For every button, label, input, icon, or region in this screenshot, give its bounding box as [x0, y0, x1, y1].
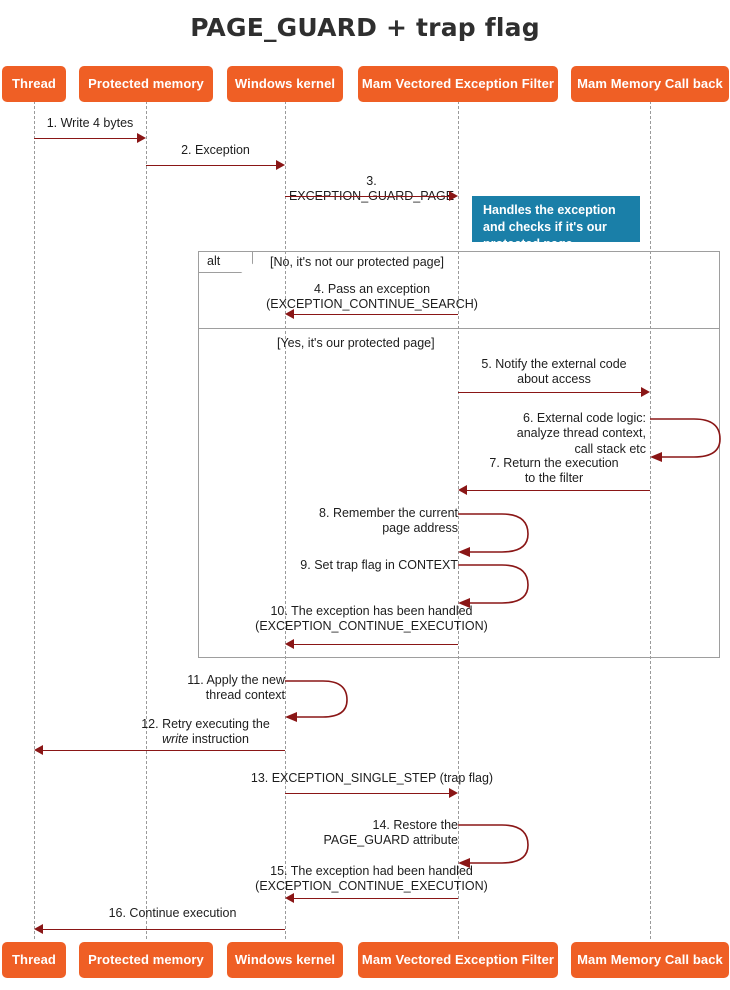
actor-label: Thread [12, 951, 56, 967]
message-selfloop-11 [285, 677, 365, 723]
note-handles-exception: Handles the exception and checks if it's… [472, 196, 640, 251]
message-arrow-16 [43, 929, 285, 930]
message-label-3: 3. EXCEPTION_GUARD_PAGE [288, 174, 455, 204]
actor-box-top-memory-call-back[interactable]: Mam Memory Call back [571, 66, 729, 102]
actor-label: Mam Vectored Exception Filter [361, 951, 555, 967]
actor-box-bottom-thread[interactable]: Thread [2, 942, 66, 978]
alt-fragment-divider [198, 328, 720, 329]
message-selfloop-14 [458, 821, 538, 868]
actor-box-top-vectored-exception-filter[interactable]: Mam Vectored Exception Filter [358, 66, 558, 102]
actor-box-top-protected-memory[interactable]: Protected memory [79, 66, 213, 102]
message-label-2: 2. Exception [181, 143, 250, 157]
message-arrowhead-4 [285, 309, 294, 319]
message-selfloop-9 [458, 561, 538, 608]
message-label-1: 1. Write 4 bytes [46, 116, 134, 130]
message-label-10: 10. The exception has been handled (EXCE… [255, 604, 488, 634]
message-label-12: 12. Retry executing the write instruction [126, 717, 285, 748]
alt-guard-1: [No, it's not our protected page] [270, 255, 445, 269]
message-label-5: 5. Notify the external code about access [481, 357, 627, 387]
message-arrow-5 [458, 392, 642, 393]
message-label-14: 14. Restore the PAGE_GUARD attribute [323, 818, 458, 848]
actor-label: Mam Memory Call back [577, 75, 723, 91]
message-arrow-7 [467, 490, 650, 491]
message-arrow-3 [285, 196, 450, 197]
message-arrow-10 [294, 644, 458, 645]
message-label-15: 15. The exception had been handled (EXCE… [255, 864, 488, 894]
actor-label: Protected memory [88, 75, 204, 91]
actor-label: Windows kernel [234, 951, 336, 967]
lifeline-thread [34, 101, 35, 939]
actor-box-bottom-protected-memory[interactable]: Protected memory [79, 942, 213, 978]
message-arrowhead-1 [137, 133, 146, 143]
alt-fragment-operator: alt [207, 254, 221, 268]
message-selfloop-6 [650, 415, 730, 462]
message-selfloop-8 [458, 510, 538, 557]
message-arrowhead-12 [34, 745, 43, 755]
message-12-italic-word: write [162, 732, 189, 747]
actor-box-bottom-windows-kernel[interactable]: Windows kernel [227, 942, 343, 978]
message-arrow-1 [34, 138, 138, 139]
message-arrowhead-16 [34, 924, 43, 934]
message-arrowhead-5 [641, 387, 650, 397]
actor-label: Protected memory [88, 951, 204, 967]
actor-box-top-thread[interactable]: Thread [2, 66, 66, 102]
message-12-line1: 12. Retry executing the [141, 717, 270, 731]
message-arrow-4 [294, 314, 458, 315]
sequence-diagram: PAGE_GUARD + trap flag alt [No, it's not… [0, 0, 730, 990]
message-arrowhead-15 [285, 893, 294, 903]
message-arrowhead-13 [449, 788, 458, 798]
message-label-4: 4. Pass an exception (EXCEPTION_CONTINUE… [266, 282, 478, 312]
actor-box-top-windows-kernel[interactable]: Windows kernel [227, 66, 343, 102]
actor-label: Mam Memory Call back [577, 951, 723, 967]
message-arrowhead-7 [458, 485, 467, 495]
message-label-8: 8. Remember the current page address [319, 506, 458, 536]
message-label-7: 7. Return the execution to the filter [489, 456, 619, 486]
message-12-line2: instruction [188, 732, 249, 747]
actor-box-bottom-vectored-exception-filter[interactable]: Mam Vectored Exception Filter [358, 942, 558, 978]
message-label-16: 16. Continue execution [108, 906, 237, 920]
actor-label: Mam Vectored Exception Filter [361, 75, 555, 91]
actor-label: Windows kernel [234, 75, 336, 91]
message-label-6: 6. External code logic: analyze thread c… [516, 411, 646, 456]
message-label-9: 9. Set trap flag in CONTEXT [300, 558, 458, 572]
actor-box-bottom-memory-call-back[interactable]: Mam Memory Call back [571, 942, 729, 978]
lifeline-protected-memory [146, 101, 147, 939]
message-arrow-13 [285, 793, 450, 794]
message-arrow-15 [294, 898, 458, 899]
message-label-11: 11. Apply the new thread context [187, 673, 285, 703]
page-title: PAGE_GUARD + trap flag [190, 13, 540, 42]
alt-guard-2: [Yes, it's our protected page] [277, 336, 435, 350]
actor-label: Thread [12, 75, 56, 91]
message-label-13: 13. EXCEPTION_SINGLE_STEP (trap flag) [250, 771, 494, 785]
message-arrowhead-3 [449, 191, 458, 201]
message-arrowhead-2 [276, 160, 285, 170]
message-arrow-12 [43, 750, 285, 751]
message-arrow-2 [146, 165, 277, 166]
message-arrowhead-10 [285, 639, 294, 649]
